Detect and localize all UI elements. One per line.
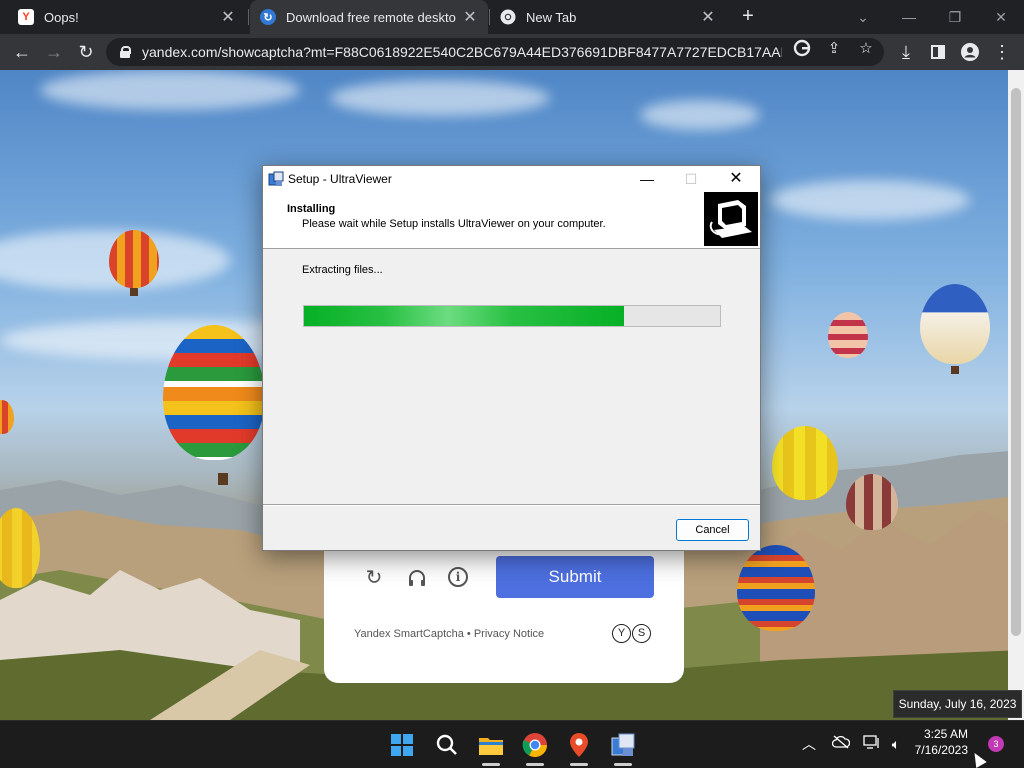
search-icon[interactable] [432,730,462,760]
close-tab-icon[interactable]: ✕ [220,7,236,27]
back-icon[interactable]: ← [10,40,34,64]
bookmark-star-icon[interactable]: ☆ [856,39,876,59]
hot-air-balloon [163,325,265,460]
hot-air-balloon [772,426,838,500]
running-indicator [570,763,588,766]
notification-badge[interactable]: 3 [988,736,1004,752]
chrome-icon [500,9,516,25]
close-tab-icon[interactable]: ✕ [700,7,716,27]
yandex-icon: Y [18,9,34,25]
balloon-basket [218,473,228,485]
submit-button[interactable]: Submit [496,556,654,598]
privacy-notice-link[interactable]: Privacy Notice [474,628,544,640]
chevron-up-icon[interactable]: ︿ [799,734,819,754]
ultraviewer-setup-icon[interactable] [608,730,638,766]
refresh-icon[interactable]: ↻ [362,566,386,590]
tab-download-ultraviewer[interactable]: ↻ Download free remote desktop s ✕ [250,0,488,34]
file-explorer-icon[interactable] [476,730,506,766]
window-minimize-button[interactable]: — [889,4,929,30]
yandex-logo: YS [612,623,656,643]
tab-strip: Y Oops! ✕ ↻ Download free remote desktop… [0,0,1024,34]
hot-air-balloon [920,284,990,364]
profile-avatar-icon[interactable] [958,40,982,64]
running-indicator [614,763,632,766]
side-panel-icon[interactable] [926,40,950,64]
progress-status-text: Extracting files... [302,264,383,276]
new-tab-button[interactable]: + [737,5,759,29]
share-icon[interactable]: ⇪ [824,39,844,59]
browser-menu-icon[interactable]: ⋮ [990,40,1014,64]
install-progress-bar [303,305,721,327]
chrome-icon[interactable] [520,730,550,766]
dialog-titlebar[interactable]: Setup - UltraViewer — ☐ ✕ [263,166,760,192]
tab-separator [248,9,249,25]
running-indicator [482,763,500,766]
onedrive-offline-icon[interactable] [831,734,851,754]
hot-air-balloon [0,400,14,434]
captcha-footer: Yandex SmartCaptcha • Privacy Notice [354,628,544,640]
lock-icon[interactable] [120,46,131,58]
downloads-icon[interactable]: ⤓ [894,40,918,64]
start-icon[interactable] [387,730,417,760]
page-scrollbar[interactable] [1008,70,1024,720]
installing-description: Please wait while Setup installs UltraVi… [302,218,606,230]
dialog-title: Setup - UltraViewer [288,172,392,186]
progress-fill [304,306,625,326]
hot-air-balloon [846,474,898,530]
setup-app-icon [268,171,284,186]
tab-title: Download free remote desktop s [286,9,456,25]
tab-search-button[interactable]: ⌄ [843,4,883,30]
volume-icon[interactable]: 🔈︎ [886,734,906,754]
audio-headphones-icon[interactable] [405,566,429,590]
dialog-divider-highlight [263,505,760,506]
footer-separator: • [466,628,471,640]
logo-letter: S [632,624,651,643]
hot-air-balloon [109,230,159,288]
reload-icon[interactable]: ↻ [74,40,98,64]
cloud [40,70,300,110]
close-tab-icon[interactable]: ✕ [462,7,478,27]
tab-title: Oops! [44,9,79,25]
maps-icon[interactable] [564,730,594,766]
clock-date: 7/16/2023 [914,743,968,757]
cloud [330,80,550,116]
url-text[interactable]: yandex.com/showcaptcha?mt=F88C0618922E54… [142,44,782,60]
tab-oops[interactable]: Y Oops! ✕ [8,0,246,34]
dialog-close-button[interactable]: ✕ [714,168,758,190]
smartcaptcha-label: Yandex SmartCaptcha [354,628,464,640]
ultraviewer-icon: ↻ [260,9,276,25]
forward-icon[interactable]: → [42,40,66,64]
browser-toolbar: ← → ↻ yandex.com/showcaptcha?mt=F88C0618… [0,34,1024,70]
window-close-button[interactable]: ✕ [981,4,1021,30]
hot-air-balloon [737,545,815,631]
cloud [770,180,970,220]
info-icon[interactable]: i [448,567,468,587]
dialog-header: Installing Please wait while Setup insta… [263,192,760,249]
running-indicator [526,763,544,766]
balloon-basket [130,288,138,296]
address-bar[interactable]: yandex.com/showcaptcha?mt=F88C0618922E54… [106,38,884,66]
cancel-button[interactable]: Cancel [676,519,749,541]
installing-heading: Installing [287,203,336,215]
hot-air-balloon [828,312,868,358]
logo-letter: Y [612,624,631,643]
dialog-maximize-button: ☐ [684,171,698,187]
balloon-basket [951,366,959,374]
cloud [640,100,760,130]
date-tooltip: Sunday, July 16, 2023 [893,690,1022,718]
window-restore-button[interactable]: ❐ [935,4,975,30]
captcha-card: ↻ i Submit Yandex SmartCaptcha • Privacy… [324,540,684,683]
tab-title: New Tab [526,9,577,25]
dialog-minimize-button[interactable]: — [625,168,669,190]
scrollbar-thumb[interactable] [1011,88,1021,636]
taskbar-clock[interactable]: 3:25 AM 7/16/2023 [908,726,968,758]
clock-time: 3:25 AM [923,727,968,741]
setup-wizard-computer-icon [704,192,758,246]
setup-dialog: Setup - UltraViewer — ☐ ✕ Installing Ple… [262,165,761,551]
network-icon[interactable] [862,734,882,754]
google-lens-icon[interactable] [792,39,812,59]
tab-new-tab[interactable]: New Tab ✕ [490,0,726,34]
